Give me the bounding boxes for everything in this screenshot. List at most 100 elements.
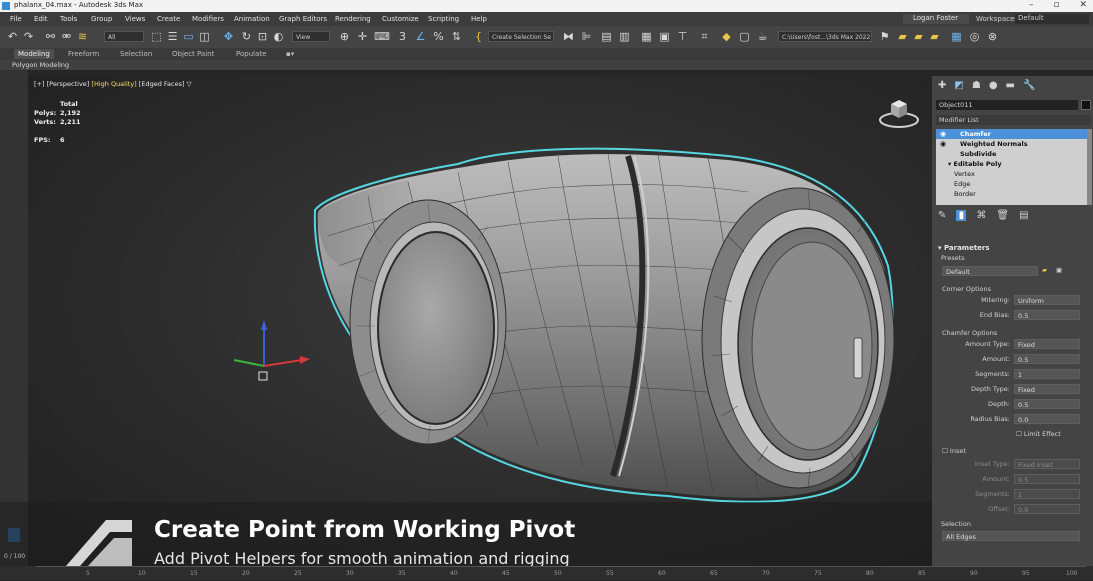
pivot-center-icon[interactable]: ⊕ (338, 30, 351, 43)
render-setup-icon[interactable]: ◆ (720, 30, 733, 43)
close-button[interactable]: ✕ (1079, 0, 1087, 12)
remove-modifier-icon[interactable]: 🗑 (996, 210, 1009, 221)
viewport-perspective[interactable]: [+] [Perspective] [High Quality] [Edged … (28, 76, 932, 566)
inset-amount-spinner[interactable]: 0.5 (1014, 474, 1080, 484)
stack-item-border[interactable]: Border (936, 189, 1087, 199)
help-search-icon[interactable]: ⊗ (986, 30, 999, 43)
tab-freeform[interactable]: Freeform (64, 49, 103, 59)
menu-group[interactable]: Group (91, 15, 112, 23)
select-move-icon[interactable]: ✥ (222, 30, 235, 43)
make-unique-icon[interactable]: ⌘ (976, 210, 986, 221)
end-bias-spinner[interactable]: 0.5 (1014, 310, 1080, 320)
scene-explorer-icon[interactable]: ▤ (600, 30, 613, 43)
parameters-rollout-header[interactable]: ▾ Parameters (938, 244, 990, 252)
timeline[interactable]: 5 10 15 20 25 30 35 40 45 50 55 60 65 70… (0, 566, 1093, 580)
amount-spinner[interactable]: 0.5 (1014, 354, 1080, 364)
keyboard-shortcut-icon[interactable]: ⌨ (374, 30, 390, 43)
create-tab-icon[interactable]: ✚ (938, 80, 946, 91)
depth-spinner[interactable]: 0.5 (1014, 399, 1080, 409)
stack-scrollbar[interactable] (1087, 129, 1092, 205)
civil-view-icon[interactable]: ◎ (968, 30, 981, 43)
inset-checkbox[interactable]: ☐ Inset (942, 447, 966, 455)
load-preset-icon[interactable]: ▣ (1056, 266, 1062, 274)
motion-tab-icon[interactable]: ● (989, 80, 998, 91)
align-icon[interactable]: ⊫ (580, 30, 593, 43)
select-scale-icon[interactable]: ⊡ (256, 30, 269, 43)
mirror-icon[interactable]: ⧓ (562, 30, 575, 43)
stack-item-weighted-normals[interactable]: ◉ Weighted Normals (936, 139, 1087, 149)
tab-selection[interactable]: Selection (116, 49, 156, 59)
undo-icon[interactable]: ↶ (6, 30, 19, 43)
material-editor-icon[interactable]: ⌗ (698, 30, 711, 43)
open-project-icon[interactable]: ▰ (912, 30, 925, 43)
presets-dropdown[interactable]: Default (942, 266, 1038, 276)
polygon-modeling-panel[interactable]: Polygon Modeling (12, 61, 69, 69)
utilities-tab-icon[interactable]: 🔧 (1023, 80, 1035, 91)
stack-item-vertex[interactable]: Vertex (936, 169, 1087, 179)
user-account-button[interactable]: Logan Foster (903, 14, 969, 24)
show-end-result-icon[interactable]: ▮ (956, 210, 967, 221)
rendered-frame-window-icon[interactable]: ▢ (738, 30, 751, 43)
mitering-dropdown[interactable]: Uniform (1014, 295, 1080, 305)
set-project-folder-icon[interactable]: ▰ (896, 30, 909, 43)
inset-segments-spinner[interactable]: 1 (1014, 489, 1080, 499)
menu-views[interactable]: Views (125, 15, 145, 23)
maximize-button[interactable]: ▫ (1053, 0, 1059, 12)
select-rotate-icon[interactable]: ↻ (240, 30, 253, 43)
save-project-icon[interactable]: ▰ (928, 30, 941, 43)
pin-stack-icon[interactable]: ✎ (938, 210, 946, 221)
limit-effect-checkbox[interactable]: ☐ Limit Effect (1016, 430, 1061, 438)
menu-tools[interactable]: Tools (60, 15, 77, 23)
hierarchy-tab-icon[interactable]: ☗ (972, 80, 981, 91)
angle-snap-icon[interactable]: ∠ (414, 30, 427, 43)
select-by-name-icon[interactable]: ☰ (166, 30, 179, 43)
redo-icon[interactable]: ↷ (22, 30, 35, 43)
minimize-button[interactable]: – (1029, 0, 1034, 12)
configure-modifier-sets-icon[interactable]: ▤ (1019, 210, 1028, 221)
menu-create[interactable]: Create (157, 15, 180, 23)
eye-icon[interactable]: ◉ (940, 139, 946, 149)
menu-customize[interactable]: Customize (382, 15, 419, 23)
save-preset-icon[interactable]: ▰ (1042, 266, 1047, 274)
timeline-scale[interactable]: 5 10 15 20 25 30 35 40 45 50 55 60 65 70… (36, 566, 1086, 581)
toggle-ribbon-icon[interactable]: ▦ (640, 30, 653, 43)
edit-named-selection-icon[interactable]: { (472, 30, 485, 43)
menu-edit[interactable]: Edit (34, 15, 48, 23)
stack-item-subdivide[interactable]: Subdivide (936, 149, 1087, 159)
radius-bias-spinner[interactable]: 0.0 (1014, 414, 1080, 424)
display-tab-icon[interactable]: ▬ (1006, 80, 1015, 91)
eye-icon[interactable]: ◉ (940, 129, 946, 139)
menu-graph-editors[interactable]: Graph Editors (279, 15, 327, 23)
frame-counter[interactable]: 0 / 100 (4, 553, 25, 560)
tab-object-paint[interactable]: Object Paint (168, 49, 218, 59)
stack-item-editable-poly[interactable]: ▾ Editable Poly (936, 159, 1087, 169)
select-object-icon[interactable]: ⬚ (150, 30, 163, 43)
select-manipulate-icon[interactable]: ✛ (356, 30, 369, 43)
schematic-view-icon[interactable]: ⊤ (676, 30, 689, 43)
offset-spinner[interactable]: 0.0 (1014, 504, 1080, 514)
link-icon[interactable]: ⚯ (44, 30, 57, 43)
inset-type-dropdown[interactable]: Fixed Inset (1014, 459, 1080, 469)
window-crossing-icon[interactable]: ◫ (198, 30, 211, 43)
menu-animation[interactable]: Animation (234, 15, 270, 23)
chamfered-model[interactable] (28, 76, 932, 566)
tab-modeling[interactable]: Modeling (14, 49, 54, 59)
menu-rendering[interactable]: Rendering (335, 15, 371, 23)
named-selection-set-dropdown[interactable]: Create Selection Se (488, 31, 554, 42)
workspace-dropdown[interactable]: Default (1015, 14, 1089, 24)
segments-spinner[interactable]: 1 (1014, 369, 1080, 379)
render-production-icon[interactable]: ☕ (756, 30, 769, 43)
menu-scripting[interactable]: Scripting (428, 15, 459, 23)
menu-file[interactable]: File (10, 15, 22, 23)
object-name-field[interactable]: Object011 (936, 100, 1078, 110)
unlink-icon[interactable]: ⚮ (60, 30, 73, 43)
amount-type-dropdown[interactable]: Fixed (1014, 339, 1080, 349)
tab-populate[interactable]: Populate (232, 49, 270, 59)
reference-coordinate-dropdown[interactable]: View (292, 31, 330, 42)
modify-tab-icon[interactable]: ◩ (954, 80, 963, 91)
object-color-swatch[interactable] (1081, 100, 1091, 110)
project-folder-dropdown[interactable]: C:\Users\fost...\3ds Max 2022 (778, 31, 872, 42)
stack-item-edge[interactable]: Edge (936, 179, 1087, 189)
spinner-snap-icon[interactable]: ⇅ (450, 30, 463, 43)
select-place-icon[interactable]: ◐ (272, 30, 285, 43)
